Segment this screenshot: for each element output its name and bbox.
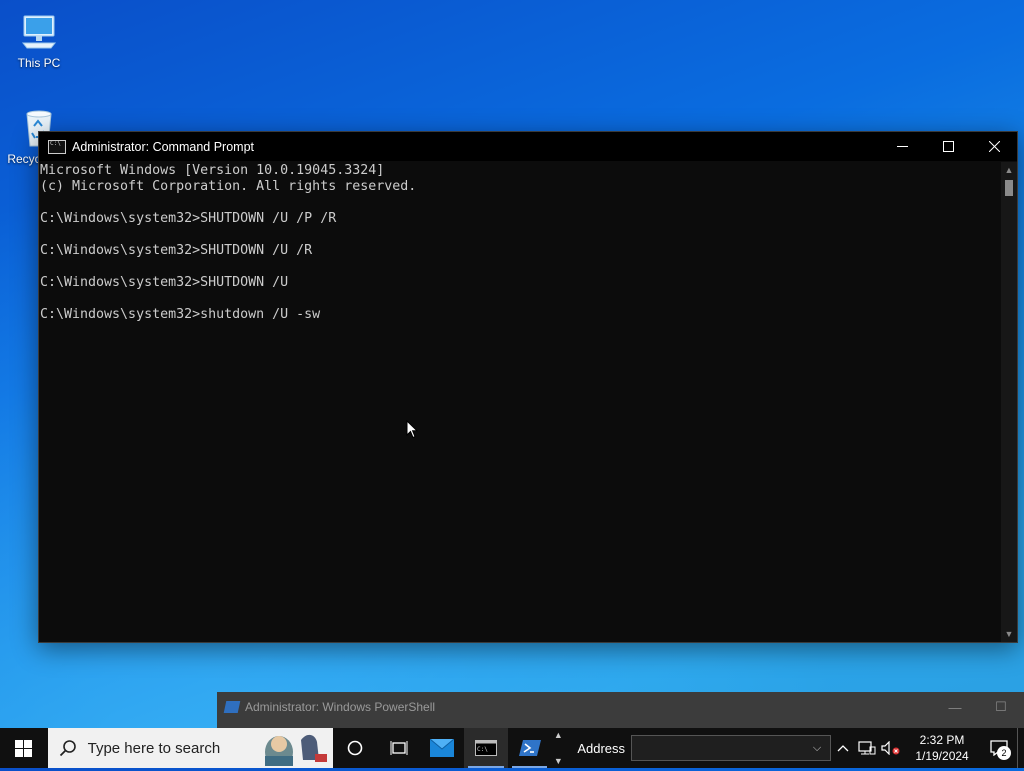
console-line: C:\Windows\system32>shutdown /U -sw [40, 307, 321, 322]
chevron-down-icon[interactable]: ⌵ [804, 742, 830, 755]
powershell-icon [223, 701, 241, 713]
search-box[interactable]: Type here to search [47, 728, 334, 768]
window-title: Administrator: Windows PowerShell [245, 700, 436, 714]
system-tray: 2:32 PM 1/19/2024 2 [831, 728, 1024, 768]
notification-count-badge: 2 [997, 746, 1012, 760]
mouse-pointer-icon [406, 419, 419, 439]
console-line: C:\Windows\system32>SHUTDOWN /U /R [40, 243, 313, 258]
console-line: (c) Microsoft Corporation. All rights re… [40, 179, 417, 194]
computer-icon [17, 10, 61, 54]
maximize-button[interactable]: ☐ [978, 699, 1024, 715]
search-icon [48, 739, 88, 757]
console-line: ​ [40, 291, 1001, 307]
mail-icon [430, 739, 455, 757]
clock[interactable]: 2:32 PM 1/19/2024 [909, 732, 975, 764]
minimize-button[interactable]: — [932, 700, 978, 715]
powershell-icon [518, 740, 541, 756]
desktop-icon-this-pc[interactable]: This PC [4, 10, 74, 70]
scroll-down-arrow-icon[interactable]: ▼ [1001, 626, 1017, 642]
address-label: Address [577, 740, 626, 756]
chevron-down-icon[interactable]: ▼ [554, 756, 563, 766]
powershell-taskbar-button[interactable] [508, 728, 552, 768]
command-prompt-icon [48, 139, 66, 154]
mail-button[interactable] [421, 728, 465, 768]
task-view-icon [390, 741, 408, 755]
console-line: ​ [40, 227, 1001, 243]
console-line: ​ [40, 259, 1001, 275]
search-highlight-illustration-icon [257, 730, 329, 768]
minimize-button[interactable] [879, 132, 925, 161]
volume-muted-icon[interactable] [879, 741, 903, 755]
console-line: C:\Windows\system32>SHUTDOWN /U /P /R [40, 211, 337, 226]
search-placeholder: Type here to search [87, 739, 221, 757]
close-button[interactable] [971, 132, 1017, 161]
chevron-up-icon[interactable]: ▲ [554, 730, 563, 740]
cortana-button[interactable] [333, 728, 377, 768]
windows-logo-icon [15, 739, 33, 757]
command-prompt-icon: C:\ [474, 740, 497, 756]
taskbar-toolbar-scroll[interactable]: ▲ ▼ [551, 728, 565, 768]
title-bar[interactable]: Administrator: Command Prompt [39, 132, 1017, 161]
address-toolbar: Address ⌵ [577, 735, 832, 761]
cortana-icon [347, 740, 363, 756]
console-line: C:\Windows\system32>SHUTDOWN /U [40, 275, 289, 290]
title-bar[interactable]: Administrator: Windows PowerShell — ☐ [217, 692, 1024, 722]
console-line: ​ [40, 195, 1001, 211]
scrollbar-thumb[interactable] [1005, 180, 1013, 196]
start-button[interactable] [0, 728, 48, 768]
taskbar: Type here to search C:\ ▲ ▼ Address ⌵ 2:… [0, 728, 1024, 768]
console-output[interactable]: Microsoft Windows [Version 10.0.19045.33… [39, 162, 1001, 642]
window-title: Administrator: Command Prompt [72, 139, 255, 154]
console-line: Microsoft Windows [Version 10.0.19045.33… [40, 163, 385, 178]
vertical-scrollbar[interactable]: ▲ ▼ [1001, 162, 1017, 642]
desktop-icon-label: This PC [17, 56, 61, 70]
clock-time: 2:32 PM [919, 733, 965, 747]
address-input[interactable]: ⌵ [631, 735, 832, 761]
show-desktop-button[interactable] [1017, 728, 1024, 768]
scroll-up-arrow-icon[interactable]: ▲ [1001, 162, 1017, 178]
svg-text:C:\: C:\ [477, 746, 488, 753]
maximize-button[interactable] [925, 132, 971, 161]
task-view-button[interactable] [377, 728, 421, 768]
command-prompt-window[interactable]: Administrator: Command Prompt Microsoft … [38, 131, 1018, 643]
network-icon[interactable] [855, 741, 879, 755]
action-center-button[interactable]: 2 [981, 728, 1017, 768]
clock-date: 1/19/2024 [915, 749, 969, 763]
powershell-window[interactable]: Administrator: Windows PowerShell — ☐ [217, 692, 1024, 728]
show-hidden-icons-chevron-up-icon[interactable] [831, 744, 855, 752]
command-prompt-taskbar-button[interactable]: C:\ [464, 728, 508, 768]
